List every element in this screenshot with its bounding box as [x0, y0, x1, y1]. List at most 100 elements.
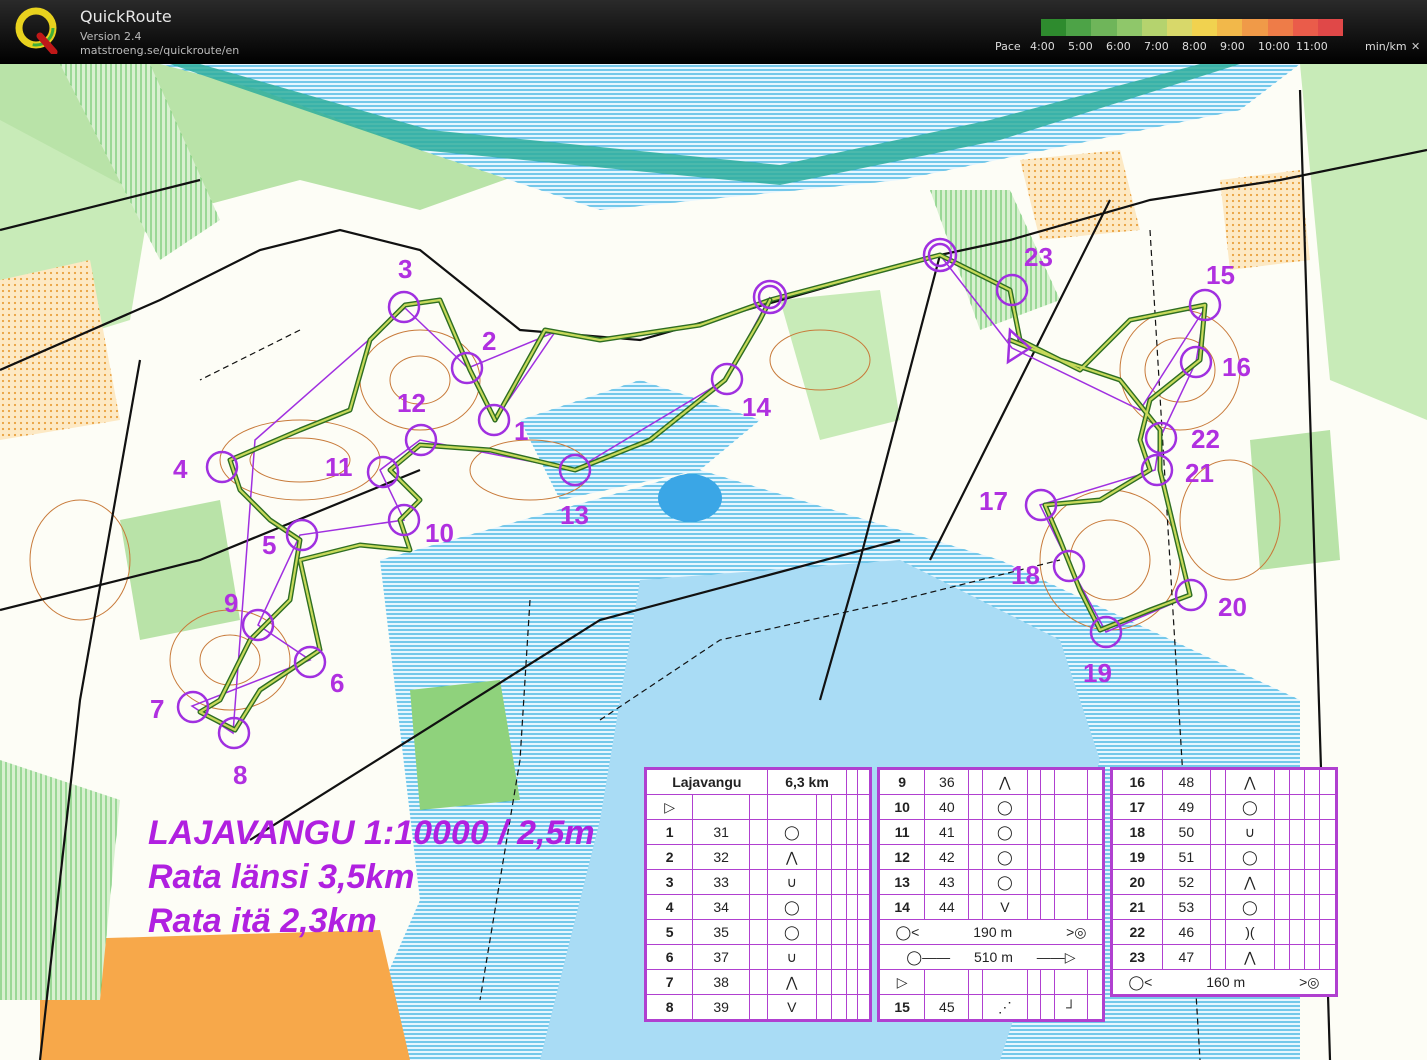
- start-triangle-icon: ▷: [644, 794, 694, 820]
- control-code: 39: [692, 994, 751, 1021]
- control-seq: 1: [644, 819, 694, 845]
- feature-symbol-icon: ◯: [766, 819, 817, 845]
- control-code: 49: [1161, 794, 1212, 820]
- rough-dots-3: [1220, 170, 1310, 270]
- control-number-21: 21: [1185, 458, 1214, 488]
- control-number-22: 22: [1191, 424, 1220, 454]
- feature-symbol-icon: ⋀: [1225, 768, 1275, 795]
- description-row: 10 40 ◯: [877, 794, 1104, 820]
- pace-scale-ticks: 4:00 5:00 6:00 7:00 8:00 9:00 10:00 11:00: [1030, 40, 1350, 54]
- description-row: 22 46)(: [1111, 919, 1338, 945]
- event-name: Lajavangu: [645, 768, 768, 795]
- corner-icon: ┘: [1054, 994, 1089, 1021]
- pace-color-scale: [1041, 19, 1344, 36]
- control-number-9: 9: [224, 588, 239, 618]
- control-seq: 12: [877, 844, 926, 870]
- leg-190m: ◯< 190 m >◎: [878, 919, 1104, 945]
- pace-label: Pace: [995, 40, 1021, 53]
- control-number-15: 15: [1206, 260, 1235, 290]
- control-code-45: 45: [924, 994, 970, 1021]
- description-row: 20 52 ⋀: [1111, 869, 1338, 895]
- pace-tick-label: 6:00: [1106, 40, 1131, 53]
- feature-symbol-icon: ◯: [766, 919, 817, 945]
- control-code: 38: [692, 969, 751, 995]
- control-number-1: 1: [514, 416, 529, 446]
- app-url[interactable]: matstroeng.se/quickroute/en: [80, 44, 239, 57]
- control-seq: 16: [1111, 768, 1163, 795]
- pace-tick-label: 5:00: [1068, 40, 1093, 53]
- description-row: 3 33 ∪: [644, 869, 871, 895]
- control-number-23: 23: [1024, 242, 1053, 272]
- control-seq: 8: [644, 994, 694, 1021]
- control-number-14: 14: [742, 392, 771, 422]
- feature-symbol-icon: ⋀: [766, 844, 817, 870]
- pace-color-cell: [1091, 19, 1117, 36]
- feature-symbol-icon: ∪: [766, 944, 817, 970]
- leg-start-icon: ◯<: [895, 923, 920, 940]
- leg-160m: ◯< 160 m >◎: [1111, 969, 1337, 996]
- description-table-2: 9 36 ⋀ 10 40 ◯ 11 41 ◯ 12 42 ◯ 13 43 ◯ 14 44 V ◯< 190 m >…: [877, 767, 1105, 1022]
- description-row: 4 34 ◯: [644, 894, 871, 920]
- control-number-16: 16: [1222, 352, 1251, 382]
- feature-symbol-icon: ∪: [766, 869, 817, 895]
- feature-symbol-icon: ◯: [1225, 844, 1275, 870]
- pace-tick-label: 8:00: [1182, 40, 1207, 53]
- control-number-20: 20: [1218, 592, 1247, 622]
- direction-icon: ⋰: [982, 994, 1028, 1021]
- course-east-length: Rata itä 2,3km: [148, 902, 377, 940]
- leg-distance-2: 510 m: [973, 948, 1013, 965]
- control-number-8: 8: [233, 760, 248, 790]
- control-seq: 23: [1111, 944, 1163, 970]
- small-pond: [658, 474, 722, 522]
- feature-symbol-icon: ⋀: [982, 768, 1028, 795]
- pace-tick-label: 4:00: [1030, 40, 1055, 53]
- control-seq: 21: [1111, 894, 1163, 920]
- pace-tick-label: 11:00: [1296, 40, 1328, 53]
- control-number-18: 18: [1011, 560, 1040, 590]
- feature-symbol-icon: V: [982, 894, 1028, 920]
- control-code: 48: [1161, 768, 1212, 795]
- description-row: 2 32 ⋀: [644, 844, 871, 870]
- pace-color-cell: [1066, 19, 1092, 36]
- control-seq: 18: [1111, 819, 1163, 845]
- description-row: 6 37 ∪: [644, 944, 871, 970]
- description-row: 21 53 ◯: [1111, 894, 1338, 920]
- feature-symbol-icon: ◯: [982, 869, 1028, 895]
- course-west-length: Rata länsi 3,5km: [148, 858, 415, 896]
- control-number-17: 17: [979, 486, 1008, 516]
- control-code: 32: [692, 844, 751, 870]
- control-code: 33: [692, 869, 751, 895]
- course-length: 6,3 km: [766, 768, 848, 795]
- title-bar: QuickRoute Version 2.4 matstroeng.se/qui…: [0, 0, 1427, 64]
- control-number-6: 6: [330, 668, 345, 698]
- control-seq: 19: [1111, 844, 1163, 870]
- pace-tick-label: 9:00: [1220, 40, 1245, 53]
- control-code: 50: [1161, 819, 1212, 845]
- pace-tick-label: 7:00: [1144, 40, 1169, 53]
- control-number-10: 10: [425, 518, 454, 548]
- forest-green-sw: [120, 500, 240, 640]
- control-code: 31: [692, 819, 751, 845]
- control-seq: 2: [644, 844, 694, 870]
- leg-start-icon: ◯<: [1128, 973, 1153, 990]
- pace-color-cell: [1116, 19, 1142, 36]
- control-seq: 11: [877, 819, 926, 845]
- control-number-13: 13: [560, 500, 589, 530]
- control-number-2: 2: [482, 326, 497, 356]
- control-number-19: 19: [1083, 658, 1112, 688]
- leg-start-icon: ◯——: [906, 948, 951, 965]
- pace-unit: min/km: [1365, 40, 1407, 53]
- orienteering-map[interactable]: 1 2 3 4 5 6 7 8 9 10 11 12 13 14 15 16 1…: [0, 64, 1427, 1060]
- app-version: Version 2.4: [80, 30, 142, 43]
- close-icon[interactable]: ✕: [1411, 40, 1420, 53]
- forest-green-e2: [1250, 430, 1340, 570]
- control-seq: 22: [1111, 919, 1163, 945]
- feature-symbol-icon: ◯: [766, 894, 817, 920]
- control-code: 37: [692, 944, 751, 970]
- description-row: 5 35 ◯: [644, 919, 871, 945]
- pace-color-cell: [1166, 19, 1193, 36]
- quickroute-logo-icon: [15, 7, 58, 54]
- control-code: 46: [1161, 919, 1212, 945]
- description-row: 12 42 ◯: [877, 844, 1104, 870]
- control-code: 53: [1161, 894, 1212, 920]
